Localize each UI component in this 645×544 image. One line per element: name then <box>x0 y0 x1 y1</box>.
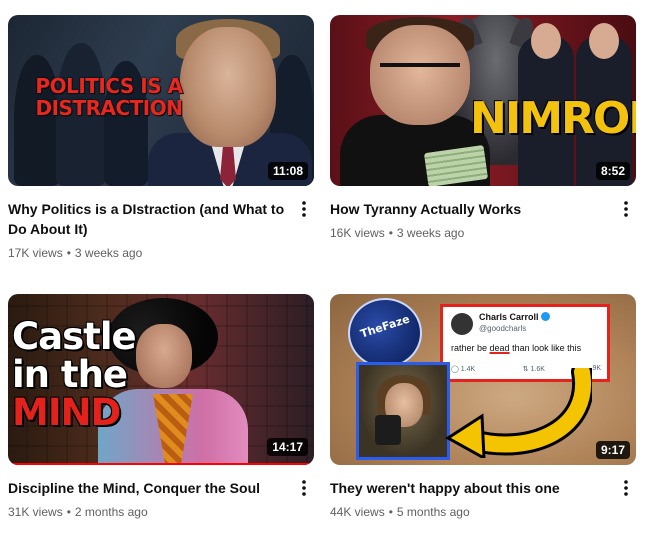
thumbnail-money <box>423 144 489 186</box>
avatar <box>451 313 473 335</box>
thumbnail-inset-image <box>356 362 450 460</box>
video-title[interactable]: Why Politics is a DIstraction (and What … <box>8 199 286 239</box>
video-meta: They weren't happy about this one 44K vi… <box>330 478 636 521</box>
thumbnail-glasses <box>380 63 460 85</box>
more-options-button[interactable] <box>294 197 314 221</box>
video-meta: Why Politics is a DIstraction (and What … <box>8 199 314 262</box>
duration-badge: 9:17 <box>595 441 630 459</box>
duration-badge: 11:08 <box>267 162 308 180</box>
thumbnail-figure-face <box>180 27 276 147</box>
upload-age: 5 months ago <box>396 505 470 519</box>
view-count: 44K views <box>330 505 385 519</box>
thumbnail-gun <box>375 415 401 445</box>
separator-dot: • <box>388 505 393 519</box>
tweet-author-name: Charls Carroll <box>479 312 550 322</box>
video-card[interactable]: TheFaze Charls Carroll @goodcharls rathe… <box>330 294 636 521</box>
more-vert-icon <box>302 201 306 217</box>
thumbnail-text-line: MIND <box>12 391 121 434</box>
video-thumbnail[interactable]: Castle in the MIND 14:17 <box>8 294 314 465</box>
tweet-author-name-text: Charls Carroll <box>479 312 539 322</box>
video-stats: 31K views • 2 months ago <box>8 503 286 521</box>
separator-dot: • <box>388 226 393 240</box>
more-vert-icon <box>624 201 628 217</box>
thumbnail-figure-face <box>136 324 192 388</box>
thumbnail-text-line: Castle <box>12 315 137 358</box>
tweet-text-highlight: dead <box>489 343 510 353</box>
view-count: 16K views <box>330 226 385 240</box>
upload-age: 2 months ago <box>74 505 148 519</box>
more-vert-icon <box>302 480 306 496</box>
thumbnail-overlay-text: POLITICS IS A DISTRACTION <box>35 74 183 120</box>
verified-icon <box>540 312 550 321</box>
upload-age: 3 weeks ago <box>74 246 143 260</box>
video-title[interactable]: How Tyranny Actually Works <box>330 199 608 219</box>
video-meta: How Tyranny Actually Works 16K views • 3 w… <box>330 199 636 242</box>
video-thumbnail[interactable]: POLITICS IS A DISTRACTION 11:08 <box>8 15 314 186</box>
more-options-button[interactable] <box>294 476 314 500</box>
video-card[interactable]: POLITICS IS A DISTRACTION 11:08 Why Poli… <box>8 15 314 262</box>
video-title[interactable]: Discipline the Mind, Conquer the Soul <box>8 478 286 498</box>
arrow-icon <box>445 368 592 458</box>
thumbnail-text-line: in the <box>12 353 128 396</box>
view-count: 31K views <box>8 505 63 519</box>
video-meta: Discipline the Mind, Conquer the Soul 31… <box>8 478 314 521</box>
duration-badge: 14:17 <box>267 438 308 456</box>
separator-dot: • <box>66 246 71 260</box>
video-stats: 44K views • 5 months ago <box>330 503 608 521</box>
thumbnail-overlay-text: NIMROD <box>470 93 636 144</box>
video-thumbnail[interactable]: NIMROD 8:52 <box>330 15 636 186</box>
video-stats: 17K views • 3 weeks ago <box>8 244 286 262</box>
thumbnail-figure-face <box>589 23 619 59</box>
more-options-button[interactable] <box>616 197 636 221</box>
separator-dot: • <box>66 505 71 519</box>
video-card[interactable]: NIMROD 8:52 How Tyranny Actually Works 1… <box>330 15 636 242</box>
thumbnail-overlay-text: Castle in the MIND <box>12 315 137 434</box>
tweet-text-part: rather be <box>451 343 490 353</box>
like-count: 9K <box>592 365 601 372</box>
video-thumbnail[interactable]: TheFaze Charls Carroll @goodcharls rathe… <box>330 294 636 465</box>
more-options-button[interactable] <box>616 476 636 500</box>
tweet-author-handle: @goodcharls <box>479 324 527 333</box>
video-stats: 16K views • 3 weeks ago <box>330 224 608 242</box>
video-title[interactable]: They weren't happy about this one <box>330 478 608 498</box>
tweet-text: rather be dead than look like this <box>451 343 581 353</box>
duration-badge: 8:52 <box>595 162 630 180</box>
tweet-text-part: than look like this <box>509 343 582 353</box>
view-count: 17K views <box>8 246 63 260</box>
watch-progress-bar <box>8 463 314 465</box>
more-vert-icon <box>624 480 628 496</box>
thumbnail-figure-face <box>531 23 561 59</box>
upload-age: 3 weeks ago <box>396 226 465 240</box>
video-card[interactable]: Castle in the MIND 14:17 Discipline the … <box>8 294 314 521</box>
